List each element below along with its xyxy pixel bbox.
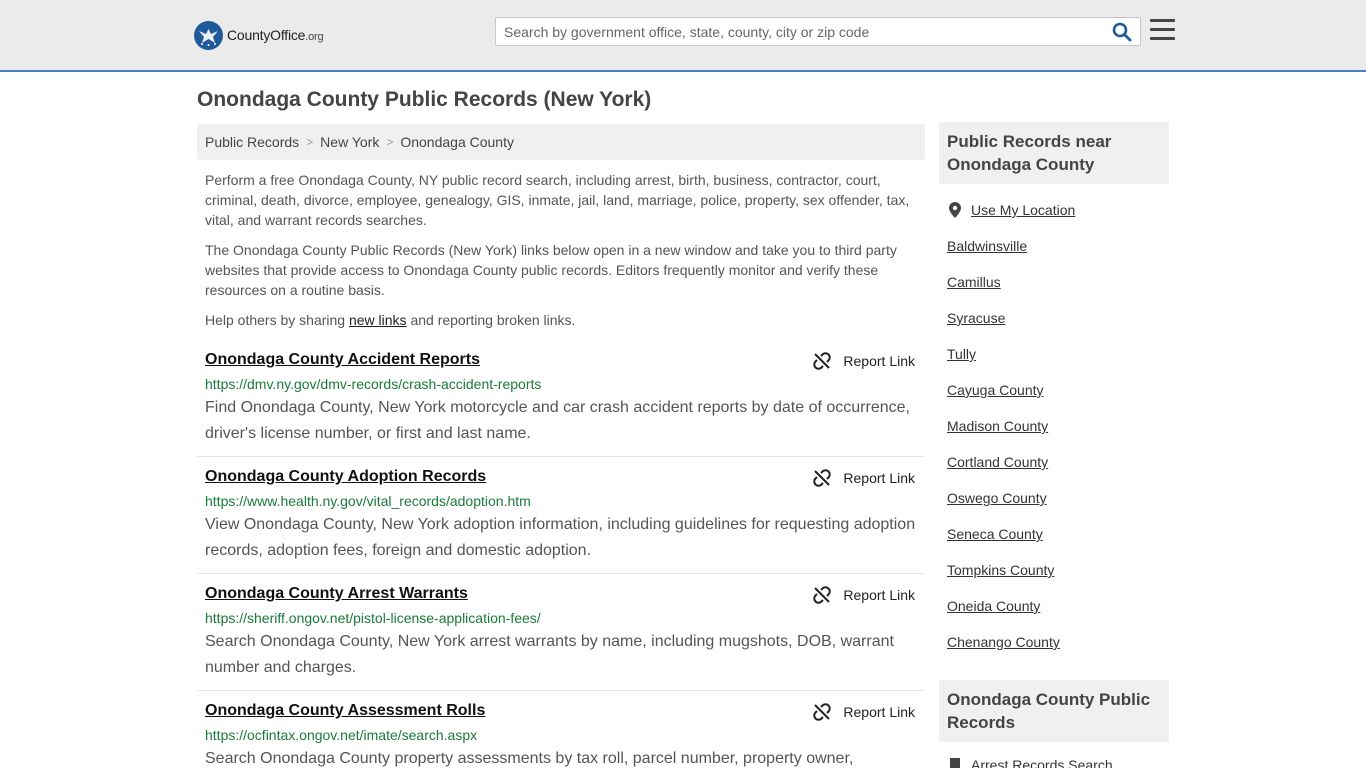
record-title-link[interactable]: Onondaga County Arrest Warrants	[205, 585, 468, 603]
broken-link-icon	[813, 469, 832, 487]
hamburger-menu-icon[interactable]	[1150, 19, 1175, 41]
nearby-link-oswego-county[interactable]: Oswego County	[947, 490, 1047, 506]
breadcrumb-new-york[interactable]: New York	[320, 134, 379, 150]
record-url-link[interactable]: https://www.health.ny.gov/vital_records/…	[205, 493, 531, 509]
search-button[interactable]	[1112, 22, 1132, 42]
record-title-link[interactable]: Onondaga County Adoption Records	[205, 468, 486, 486]
nearby-link-baldwinsville[interactable]: Baldwinsville	[947, 238, 1027, 254]
record-url-link[interactable]: https://sheriff.ongov.net/pistol-license…	[205, 610, 541, 626]
broken-link-icon	[813, 703, 832, 721]
use-location: Use My Location	[949, 202, 1075, 218]
broken-link-icon	[813, 352, 832, 370]
report-link-button[interactable]: Report Link	[813, 469, 915, 487]
report-link-button[interactable]: Report Link	[813, 703, 915, 721]
record-title-link[interactable]: Onondaga County Accident Reports	[205, 351, 480, 369]
sidebar-record-item: Arrest Records Search	[949, 757, 1113, 768]
record-url-link[interactable]: https://dmv.ny.gov/dmv-records/crash-acc…	[205, 376, 541, 392]
site-header: CountyOffice.org	[0, 0, 1366, 72]
nearby-link-chenango-county[interactable]: Chenango County	[947, 634, 1060, 650]
breadcrumb-separator-icon: >	[386, 135, 394, 149]
map-pin-icon	[949, 202, 961, 218]
sidebar-nearby-title: Public Records near Onondaga County	[939, 122, 1169, 184]
intro-paragraph: Perform a free Onondaga County, NY publi…	[205, 172, 910, 228]
nearby-link-seneca-county[interactable]: Seneca County	[947, 526, 1043, 542]
use-location-link[interactable]: Use My Location	[971, 202, 1075, 218]
record-url-link[interactable]: https://ocfintax.ongov.net/imate/search.…	[205, 727, 477, 743]
breadcrumb-public-records[interactable]: Public Records	[205, 134, 299, 150]
breadcrumb-separator-icon: >	[306, 135, 314, 149]
record-description: Search Onondaga County property assessme…	[205, 750, 854, 767]
record-description: View Onondaga County, New York adoption …	[205, 516, 916, 559]
page-title: Onondaga County Public Records (New York…	[197, 88, 652, 111]
report-link-button[interactable]: Report Link	[813, 352, 915, 370]
breadcrumb: Public Records > New York > Onondaga Cou…	[197, 124, 925, 160]
arrest-records-search-link[interactable]: Arrest Records Search	[971, 757, 1113, 768]
logo-org: .org	[305, 31, 324, 43]
record-description: Search Onondaga County, New York arrest …	[205, 633, 894, 676]
nearby-link-tully[interactable]: Tully	[947, 346, 976, 362]
record-description: Find Onondaga County, New York motorcycl…	[205, 399, 910, 442]
nearby-link-oneida-county[interactable]: Oneida County	[947, 598, 1040, 614]
nearby-link-camillus[interactable]: Camillus	[947, 274, 1001, 290]
nearby-link-syracuse[interactable]: Syracuse	[947, 310, 1005, 326]
record-title-link[interactable]: Onondaga County Assessment Rolls	[205, 702, 485, 720]
share-paragraph: Help others by sharing new links and rep…	[205, 312, 576, 328]
nearby-link-tompkins-county[interactable]: Tompkins County	[947, 562, 1054, 578]
nearby-link-madison-county[interactable]: Madison County	[947, 418, 1048, 434]
list-bullet-icon	[950, 758, 960, 768]
record-item: Onondaga County Adoption Records Report …	[197, 468, 925, 574]
site-logo[interactable]: CountyOffice.org	[194, 20, 324, 50]
search-icon	[1112, 22, 1132, 42]
record-item: Onondaga County Accident Reports Report …	[197, 351, 925, 457]
nearby-link-cayuga-county[interactable]: Cayuga County	[947, 382, 1044, 398]
logo-text: CountyOffice	[227, 27, 306, 43]
breadcrumb-onondaga-county[interactable]: Onondaga County	[400, 134, 514, 150]
search-input[interactable]	[496, 18, 1106, 45]
disclaimer-paragraph: The Onondaga County Public Records (New …	[205, 242, 897, 298]
new-links-link[interactable]: new links	[349, 312, 407, 328]
broken-link-icon	[813, 586, 832, 604]
report-link-button[interactable]: Report Link	[813, 586, 915, 604]
nearby-link-cortland-county[interactable]: Cortland County	[947, 454, 1048, 470]
search-box	[495, 17, 1141, 46]
record-item: Onondaga County Assessment Rolls Report …	[197, 702, 925, 768]
record-item: Onondaga County Arrest Warrants Report L…	[197, 585, 925, 691]
sidebar-records-title: Onondaga County Public Records	[939, 680, 1169, 742]
logo-eagle-icon	[194, 20, 223, 50]
